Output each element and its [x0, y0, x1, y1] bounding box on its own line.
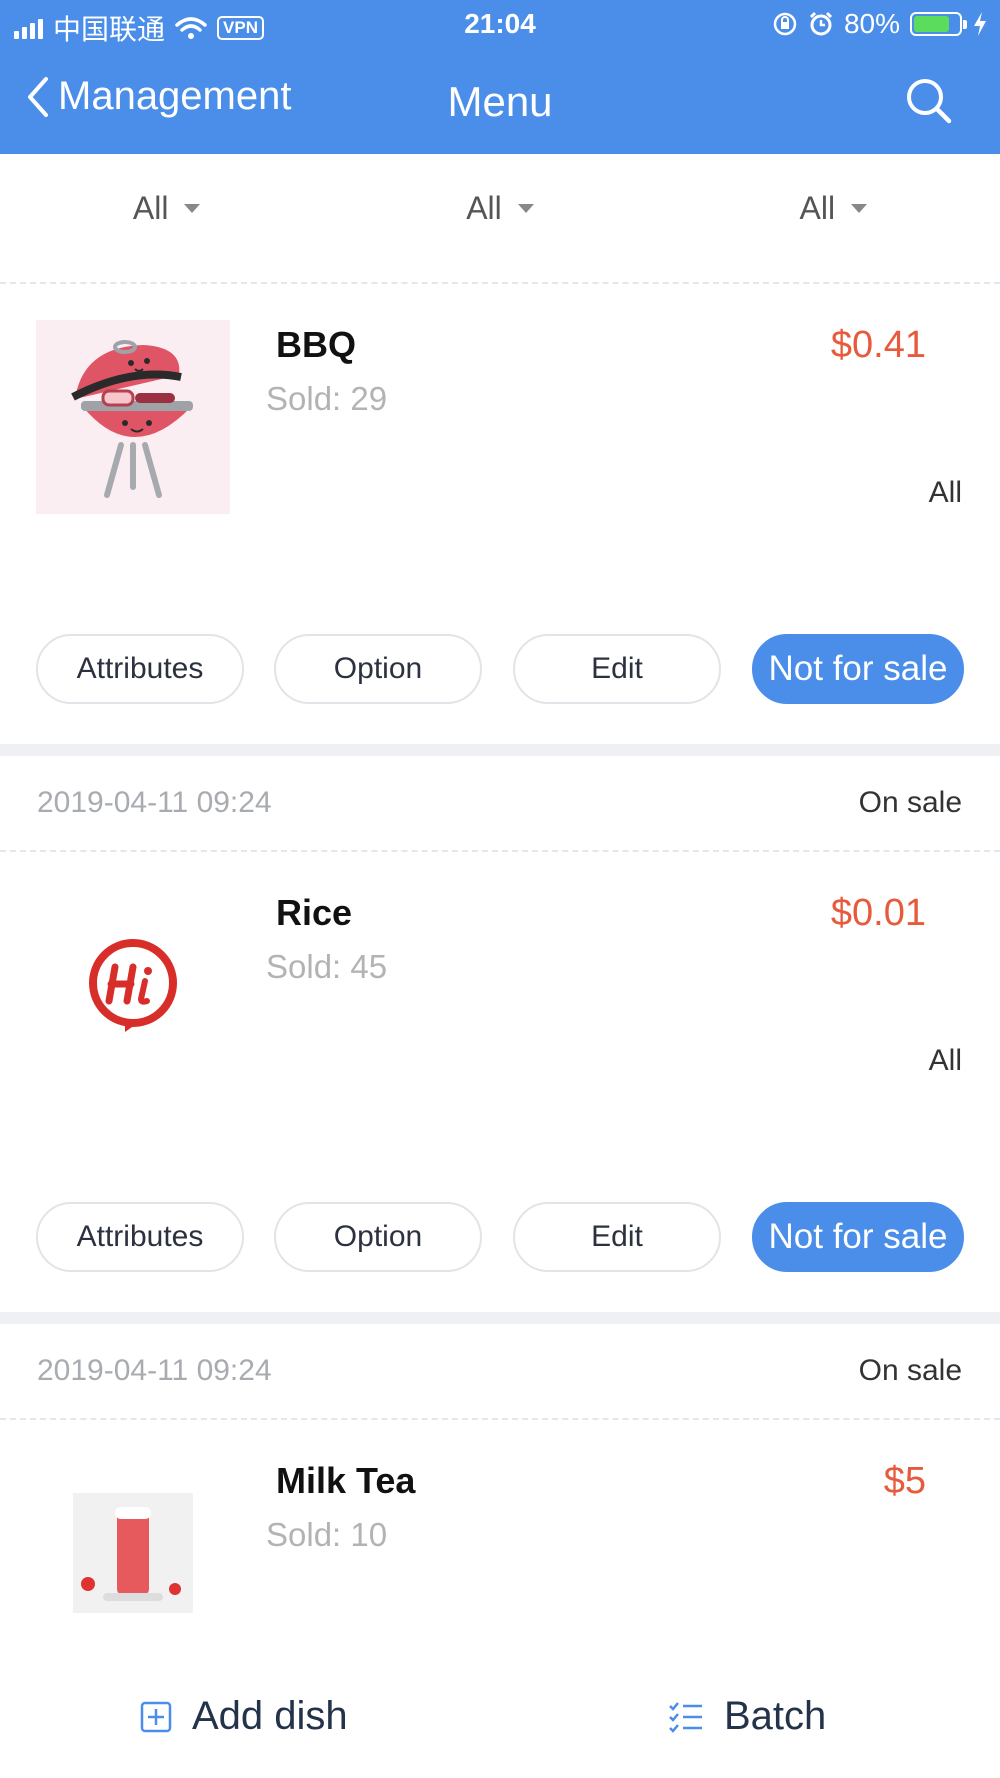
milk-tea-image — [36, 1456, 230, 1650]
alarm-icon — [809, 11, 833, 36]
milk-tea-photo — [73, 1493, 193, 1613]
dish-sold-count: Sold: 45 — [266, 948, 388, 985]
app-header: 中国联通 VPN 21:04 80% Management Menu — [0, 0, 1000, 154]
dish-category: All — [928, 1044, 962, 1077]
search-icon — [907, 79, 952, 124]
filter-dropdown-1[interactable]: All — [0, 154, 333, 282]
hi-logo-icon — [89, 939, 177, 1032]
dish-status: On sale — [858, 786, 962, 819]
dish-meta-milk-tea: 2019-04-11 09:24 On sale — [0, 1324, 1000, 1422]
dish-price: $0.41 — [830, 324, 926, 366]
checklist-icon — [669, 1701, 702, 1733]
bottom-action-bar: Add dish Batch — [0, 1666, 1000, 1778]
dish-name: BBQ — [276, 324, 356, 365]
dish-price: $5 — [883, 1460, 926, 1502]
filter-label: All — [466, 189, 502, 226]
dish-status: On sale — [858, 1354, 962, 1387]
caret-down-icon — [517, 203, 534, 213]
dish-card-bbq: BBQ Sold: 29 $0.41 All Attributes Option… — [0, 284, 1000, 744]
dish-category: All — [928, 476, 962, 509]
caret-down-icon — [184, 203, 201, 213]
filter-dropdown-2[interactable]: All — [333, 154, 666, 282]
option-button[interactable]: Option — [274, 634, 482, 704]
status-right: 80% — [772, 8, 988, 40]
section-separator — [0, 744, 1000, 756]
filter-label: All — [132, 189, 169, 226]
attributes-button[interactable]: Attributes — [36, 1202, 244, 1272]
not-for-sale-button[interactable]: Not for sale — [752, 1202, 964, 1272]
battery-icon — [910, 12, 967, 36]
battery-percent: 80% — [843, 8, 900, 39]
section-separator — [0, 1312, 1000, 1324]
bbq-grill-image — [36, 320, 230, 514]
dish-sold-count: Sold: 10 — [266, 1516, 388, 1553]
filter-bar: All All All — [0, 154, 1000, 282]
dish-date: 2019-04-11 09:24 — [37, 1354, 272, 1387]
dish-meta-rice: 2019-04-11 09:24 On sale — [0, 756, 1000, 854]
hi-logo-image — [36, 888, 230, 1082]
dish-actions: Attributes Option Edit Not for sale — [36, 1202, 964, 1276]
dish-name: Rice — [276, 892, 353, 933]
charging-icon — [974, 12, 986, 36]
rotation-lock-icon — [773, 12, 797, 36]
add-dish-label: Add dish — [192, 1694, 348, 1738]
filter-label: All — [799, 189, 836, 226]
plus-square-icon — [140, 1701, 172, 1732]
filter-dropdown-3[interactable]: All — [667, 154, 1000, 282]
search-button[interactable] — [904, 76, 954, 126]
dish-name: Milk Tea — [276, 1460, 416, 1501]
dish-price: $0.01 — [830, 892, 926, 934]
dish-date: 2019-04-11 09:24 — [37, 786, 272, 819]
edit-button[interactable]: Edit — [513, 1202, 721, 1272]
dish-actions: Attributes Option Edit Not for sale — [36, 634, 964, 708]
edit-button[interactable]: Edit — [513, 634, 721, 704]
batch-label: Batch — [724, 1694, 827, 1738]
attributes-button[interactable]: Attributes — [36, 634, 244, 704]
nav-bar: Management Menu — [0, 50, 1000, 154]
page-title: Menu — [447, 78, 553, 125]
dish-card-milk-tea: Milk Tea Sold: 10 $5 — [0, 1420, 1000, 1666]
add-dish-button[interactable]: Add dish — [140, 1694, 348, 1739]
battery-fill — [914, 16, 949, 32]
dish-sold-count: Sold: 29 — [266, 380, 388, 417]
bbq-grill-icon — [71, 340, 193, 498]
caret-down-icon — [851, 203, 868, 213]
dish-card-rice: Rice Sold: 45 $0.01 All Attributes Optio… — [0, 852, 1000, 1312]
not-for-sale-button[interactable]: Not for sale — [752, 634, 964, 704]
batch-button[interactable]: Batch — [668, 1694, 826, 1739]
option-button[interactable]: Option — [274, 1202, 482, 1272]
status-bar: 中国联通 VPN 21:04 80% — [0, 0, 1000, 50]
